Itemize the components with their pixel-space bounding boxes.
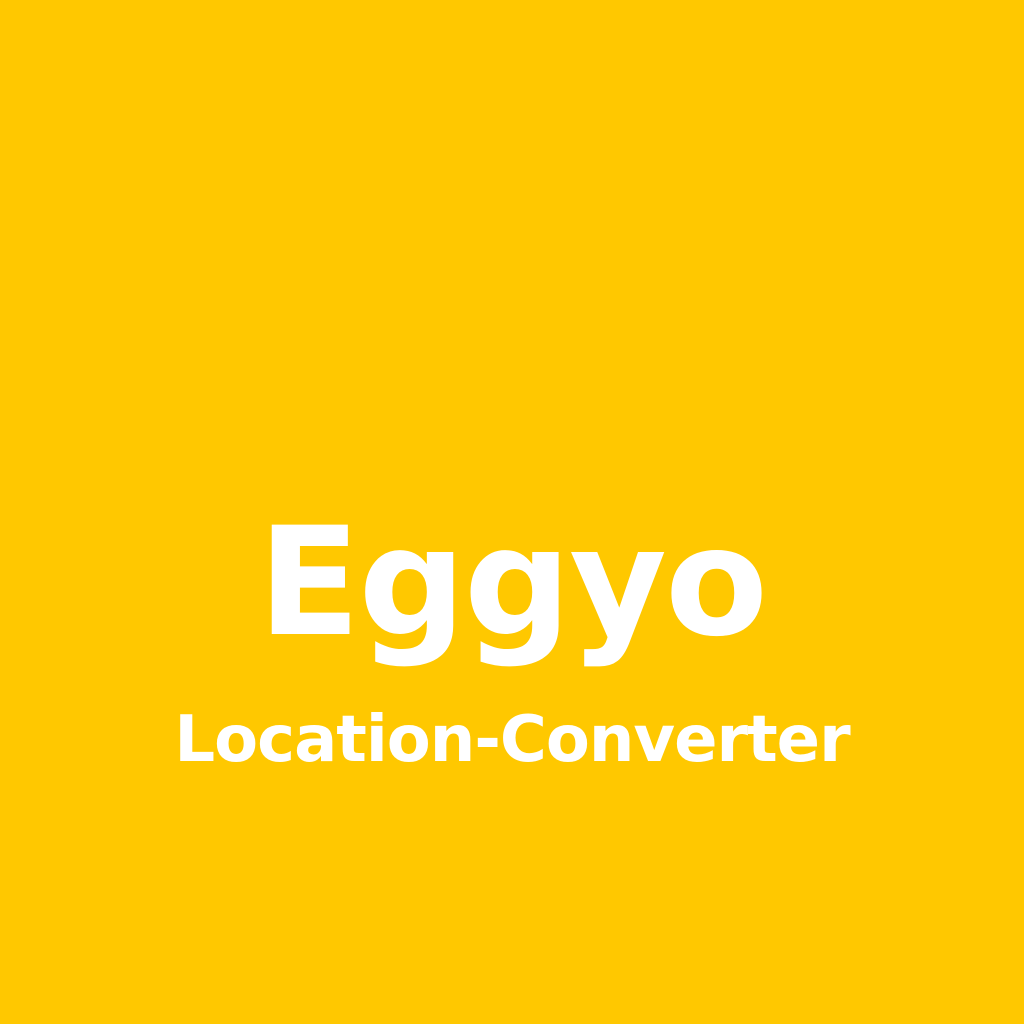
app-name-title: Eggyo	[257, 496, 768, 670]
app-subtitle: Location-Converter	[174, 703, 850, 777]
splash-screen: Eggyo Location-Converter	[0, 0, 1024, 1024]
